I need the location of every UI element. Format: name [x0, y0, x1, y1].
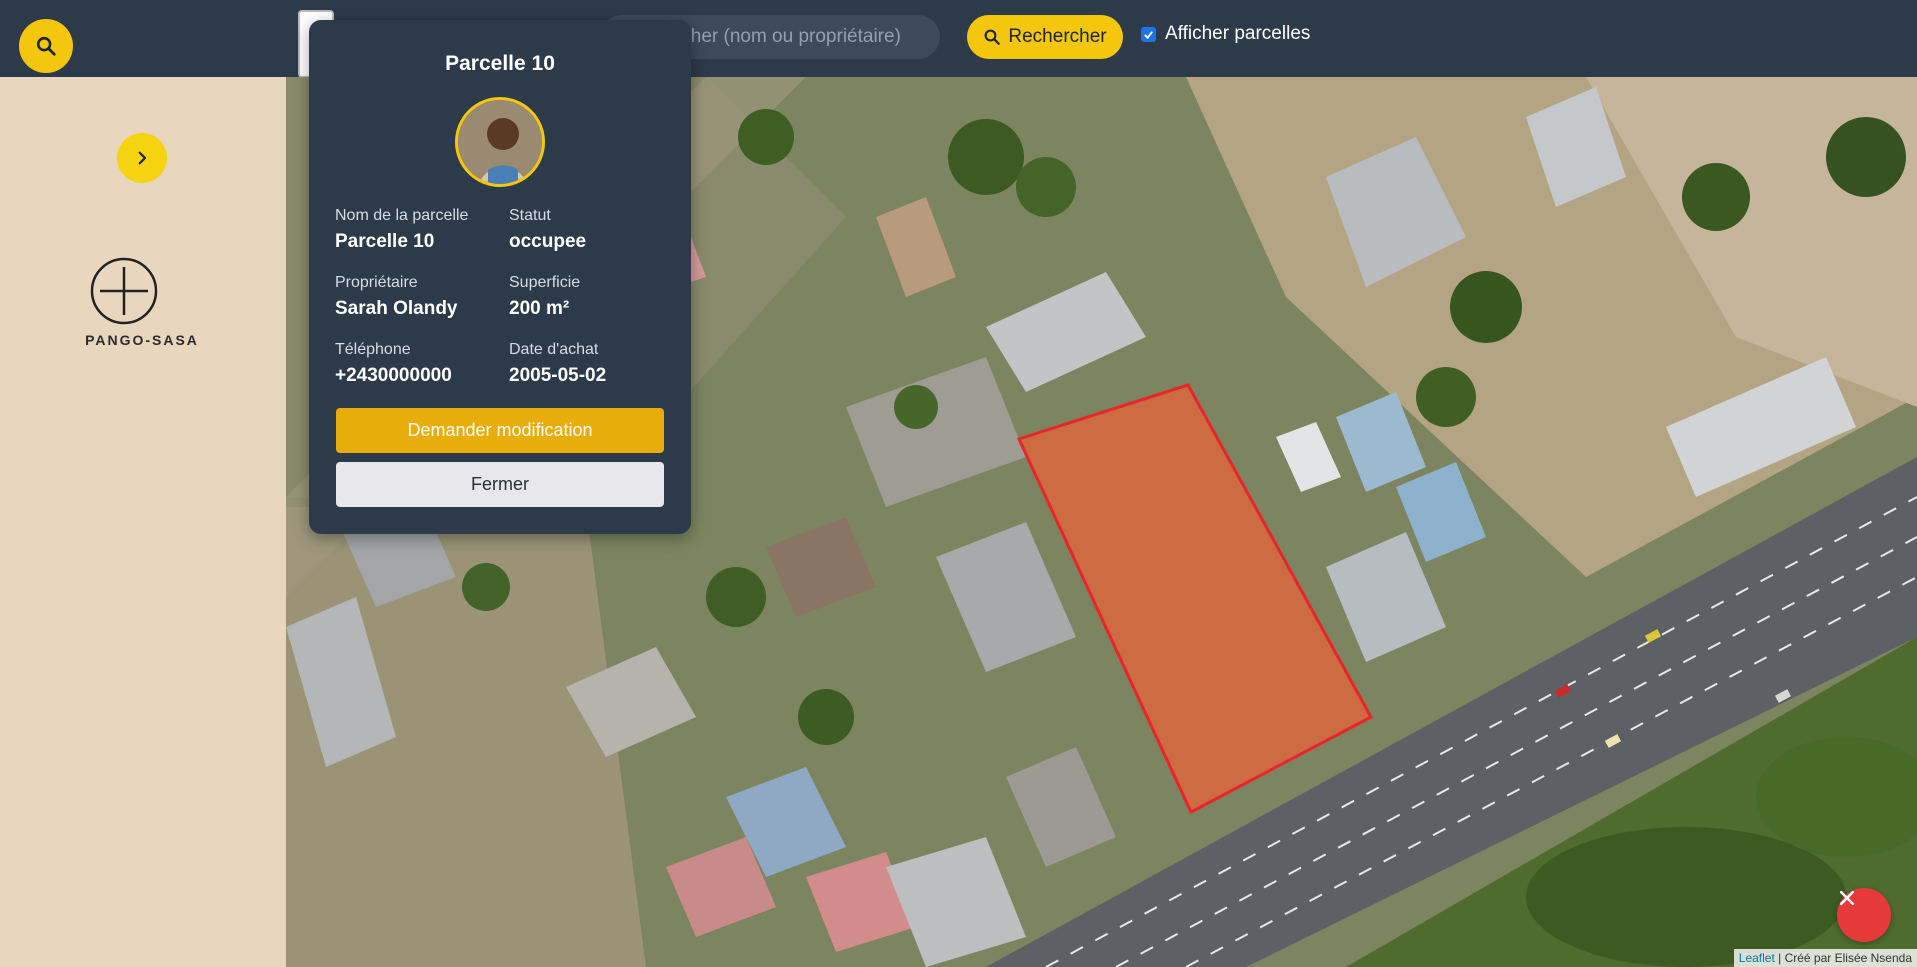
parcel-popup: Parcelle 10 Nom de la parcelle Parcelle … [309, 20, 691, 534]
show-parcels-toggle[interactable]: Afficher parcelles [1141, 23, 1310, 45]
show-parcels-label: Afficher parcelles [1165, 23, 1311, 44]
owner-value: Sarah Olandy [335, 298, 458, 319]
map-attribution: Leaflet | Créé par Elisée Nsenda [1733, 949, 1917, 967]
close-popup-button[interactable]: Fermer [336, 462, 664, 507]
parcel-name-value: Parcelle 10 [335, 231, 435, 252]
sidebar: PANGO-SASA [0, 77, 286, 967]
search-icon [36, 36, 56, 56]
toggle-search-button[interactable] [19, 19, 73, 73]
status-value: occupee [509, 231, 587, 252]
expand-sidebar-button[interactable] [117, 133, 167, 183]
top-bar: Rechercher Afficher parcelles [0, 0, 1917, 78]
crosshair-circle-icon [90, 257, 158, 325]
avatar-photo [458, 100, 542, 184]
chevron-right-icon [138, 151, 147, 165]
brand-name: PANGO-SASA [85, 332, 199, 348]
area-value: 200 m² [509, 298, 570, 319]
request-modification-button[interactable]: Demander modification [336, 408, 664, 453]
attribution-text: | Créé par Elisée Nsenda [1778, 951, 1912, 965]
close-fab-button[interactable] [1837, 888, 1891, 942]
parcel-name-label: Nom de la parcelle [335, 207, 469, 224]
leaflet-link[interactable]: Leaflet [1739, 951, 1775, 965]
popup-title: Parcelle 10 [445, 52, 555, 75]
purchase-date-label: Date d'achat [509, 341, 599, 358]
phone-label: Téléphone [335, 341, 411, 358]
close-icon [1839, 890, 1855, 906]
show-parcels-checkbox[interactable] [1141, 26, 1156, 42]
owner-label: Propriétaire [335, 274, 418, 291]
area-label: Superficie [509, 274, 581, 291]
check-icon [1144, 30, 1153, 39]
status-label: Statut [509, 207, 551, 224]
search-button-label: Rechercher [1008, 26, 1107, 47]
phone-value: +2430000000 [335, 365, 452, 386]
search-button[interactable]: Rechercher [967, 15, 1123, 59]
owner-avatar [455, 97, 545, 187]
search-icon [984, 29, 1001, 45]
purchase-date-value: 2005-05-02 [509, 365, 607, 386]
